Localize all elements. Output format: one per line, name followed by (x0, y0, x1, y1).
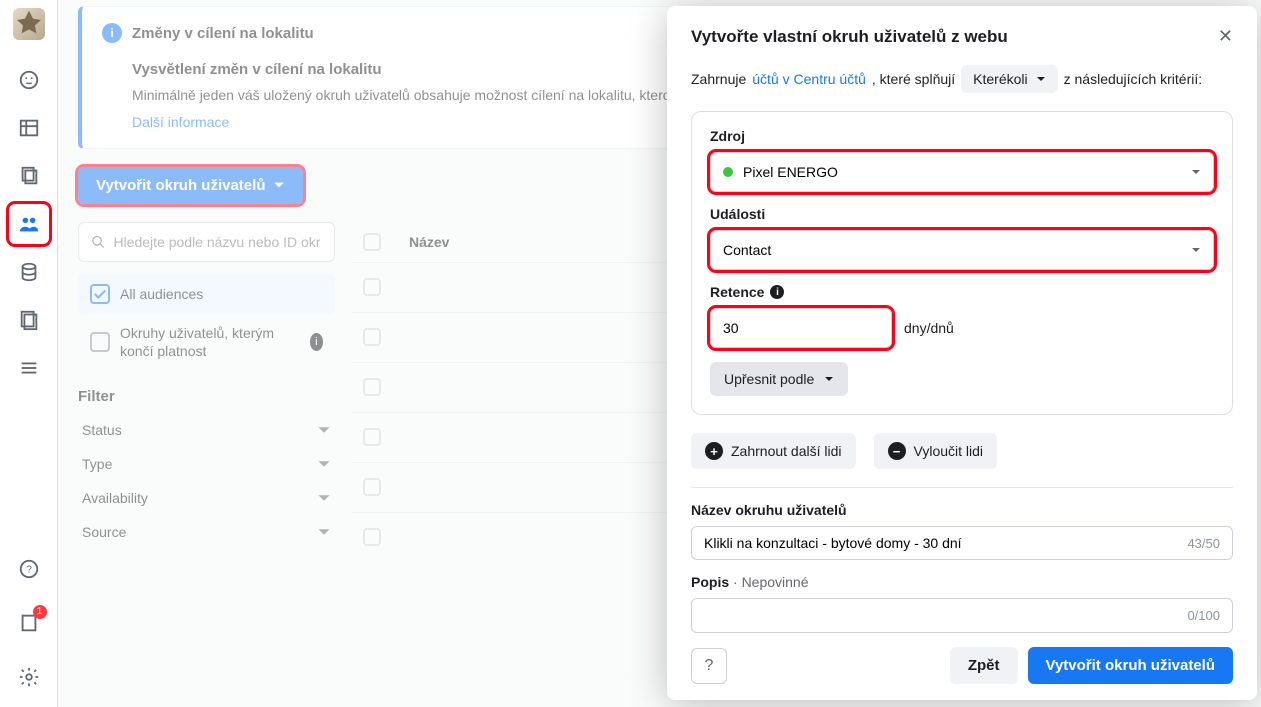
filter-availability[interactable]: Availability (78, 481, 335, 515)
banner-link[interactable]: Další informace (132, 114, 229, 130)
checkbox-icon (90, 332, 110, 352)
chevron-down-icon (317, 525, 331, 539)
events-value: Contact (723, 242, 771, 258)
aud-item-label: All audiences (120, 286, 203, 302)
anyof-dropdown[interactable]: Kterékoli (961, 65, 1057, 93)
minus-icon: − (888, 442, 906, 460)
nav-audiences-icon[interactable] (9, 204, 49, 244)
aud-item-expiring[interactable]: Okruhy uživatelů, kterým končí platnost … (78, 314, 335, 370)
search-icon (91, 234, 105, 250)
modal-intro: Zahrnuje účtů v Centru účtů, které splňu… (691, 65, 1233, 93)
aud-item-label: Okruhy uživatelů, kterým končí platnost (120, 324, 300, 360)
search-input-wrap[interactable] (78, 222, 335, 262)
nav-copy-icon[interactable] (9, 156, 49, 196)
criteria-group: Zdroj Pixel ENERGO Události Contact Rete… (691, 111, 1233, 415)
audience-name-label: Název okruhu uživatelů (691, 502, 1233, 518)
chevron-down-icon (317, 491, 331, 505)
nav-menu-icon[interactable] (9, 348, 49, 388)
chevron-down-icon (273, 179, 285, 191)
help-icon[interactable]: ? (691, 648, 727, 684)
create-custom-audience-modal: Vytvořte vlastní okruh uživatelů z webu … (667, 6, 1257, 700)
create-audience-label: Vytvořit okruh uživatelů (96, 177, 265, 194)
filter-type[interactable]: Type (78, 447, 335, 481)
row-checkbox[interactable] (363, 278, 381, 296)
source-label: Zdroj (710, 128, 1214, 144)
accounts-center-link[interactable]: účtů v Centru účtů (752, 71, 866, 87)
row-checkbox[interactable] (363, 478, 381, 496)
plus-icon: + (705, 442, 723, 460)
info-icon: i (310, 333, 323, 351)
chevron-down-icon (1191, 245, 1201, 255)
notification-badge: 1 (33, 605, 47, 619)
chevron-down-icon (317, 423, 331, 437)
filter-status[interactable]: Status (78, 413, 335, 447)
aud-item-all[interactable]: All audiences (78, 274, 335, 314)
row-checkbox[interactable] (363, 328, 381, 346)
row-checkbox[interactable] (363, 428, 381, 446)
description-field[interactable]: 0/100 (691, 598, 1233, 633)
chevron-down-icon (824, 374, 834, 384)
modal-title: Vytvořte vlastní okruh uživatelů z webu (691, 27, 1008, 47)
info-icon: i (770, 285, 784, 299)
retention-input[interactable] (710, 308, 892, 348)
nav-billing-icon[interactable] (9, 252, 49, 292)
checkbox-icon (90, 284, 110, 304)
audience-name-field[interactable]: 43/50 (691, 526, 1233, 561)
nav-help-icon[interactable]: ? (9, 549, 49, 589)
chevron-down-icon (317, 457, 331, 471)
filter-source[interactable]: Source (78, 515, 335, 549)
desc-counter: 0/100 (1187, 608, 1220, 623)
refine-by-button[interactable]: Upřesnit podle (710, 362, 848, 396)
left-nav: ? 1 (0, 0, 58, 707)
account-logo[interactable] (13, 8, 45, 40)
info-icon: i (102, 23, 122, 43)
description-label: Popis · Nepovinné (691, 574, 1233, 590)
close-icon[interactable]: ✕ (1218, 26, 1233, 47)
select-all-checkbox[interactable] (363, 233, 381, 251)
filter-heading: Filter (78, 388, 335, 405)
banner-title: Změny v cílení na lokalitu (132, 25, 314, 42)
exclude-button[interactable]: −Vyloučit lidi (874, 433, 998, 469)
svg-text:?: ? (26, 565, 32, 576)
audience-name-input[interactable] (704, 535, 1187, 551)
create-audience-button[interactable]: Vytvořit okruh uživatelů (78, 167, 303, 204)
nav-grid-icon[interactable] (9, 108, 49, 148)
nav-notifications-icon[interactable]: 1 (9, 603, 49, 643)
filter-panel: All audiences Okruhy uživatelů, kterým k… (78, 222, 335, 562)
back-button[interactable]: Zpět (950, 647, 1018, 684)
search-input[interactable] (113, 234, 322, 250)
row-checkbox[interactable] (363, 528, 381, 546)
source-dropdown[interactable]: Pixel ENERGO (710, 152, 1214, 192)
source-value: Pixel ENERGO (743, 164, 838, 180)
events-dropdown[interactable]: Contact (710, 230, 1214, 270)
nav-settings-icon[interactable] (9, 657, 49, 697)
status-dot-icon (723, 167, 733, 177)
chevron-down-icon (1191, 167, 1201, 177)
row-checkbox[interactable] (363, 378, 381, 396)
retention-unit: dny/dnů (904, 320, 954, 336)
events-label: Události (710, 206, 1214, 222)
include-more-button[interactable]: +Zahrnout další lidi (691, 433, 856, 469)
chevron-down-icon (1036, 74, 1046, 84)
col-name: Název (409, 234, 449, 250)
name-counter: 43/50 (1187, 536, 1220, 551)
retention-label: Retencei (710, 284, 1214, 300)
nav-overview-icon[interactable] (9, 60, 49, 100)
create-audience-submit-button[interactable]: Vytvořit okruh uživatelů (1028, 647, 1233, 684)
nav-files-icon[interactable] (9, 300, 49, 340)
